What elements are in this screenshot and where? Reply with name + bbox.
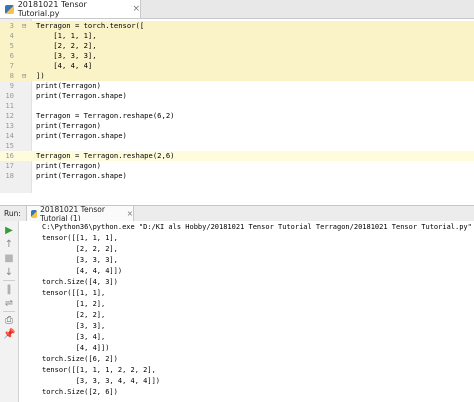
line-number: 16 bbox=[5, 151, 14, 160]
code-line[interactable]: 11 bbox=[0, 101, 474, 111]
console-line: torch.Size([6, 2]) bbox=[42, 355, 118, 363]
code-text: print(Terragon.shape) bbox=[36, 171, 127, 180]
console-line: C:\Python36\python.exe "D:/KI als Hobby/… bbox=[42, 223, 472, 231]
code-text: Terragon = torch.tensor([ bbox=[36, 21, 145, 30]
rerun-icon[interactable]: ▶ bbox=[3, 225, 15, 237]
scroll-down-icon[interactable]: ↓ bbox=[3, 267, 15, 279]
line-number: 17 bbox=[5, 161, 14, 170]
python-file-icon bbox=[5, 4, 14, 14]
toolbar-separator bbox=[3, 280, 15, 281]
code-text: Terragon = Terragon.reshape(6,2) bbox=[36, 111, 175, 120]
console-line: tensor([[1, 1, 1, 2, 2, 2], bbox=[42, 366, 156, 374]
line-number: 6 bbox=[9, 51, 14, 60]
code-line[interactable]: 17 print(Terragon) bbox=[0, 161, 474, 171]
console-line: [3, 3, 3, 4, 4, 4]]) bbox=[42, 377, 161, 385]
console-line: [3, 4], bbox=[42, 333, 106, 341]
console-line: tensor([[1, 1], bbox=[42, 289, 106, 297]
run-console-output[interactable]: C:\Python36\python.exe "D:/KI als Hobby/… bbox=[19, 221, 474, 402]
code-line[interactable]: 4 [1, 1, 1], bbox=[0, 31, 474, 41]
line-number: 15 bbox=[5, 141, 14, 150]
python-file-icon bbox=[31, 209, 38, 218]
code-line[interactable]: 12 Terragon = Terragon.reshape(6,2) bbox=[0, 111, 474, 121]
line-number: 14 bbox=[5, 131, 14, 140]
fold-marker-icon[interactable]: ⊟ bbox=[22, 71, 30, 81]
code-text: [3, 3, 3], bbox=[36, 51, 97, 60]
stop-icon[interactable]: ■ bbox=[3, 253, 15, 265]
line-number: 4 bbox=[9, 31, 14, 40]
code-line[interactable]: 6 [3, 3, 3], bbox=[0, 51, 474, 61]
run-toolbar: ▶ ↑ ■ ↓ ‖ ⇌ ⎙ 📌 bbox=[0, 221, 19, 402]
code-line[interactable]: 18 print(Terragon.shape) bbox=[0, 171, 474, 181]
line-number: 18 bbox=[5, 171, 14, 180]
code-text: print(Terragon.shape) bbox=[36, 131, 127, 140]
line-number: 9 bbox=[9, 81, 14, 90]
console-line: [4, 4]]) bbox=[42, 344, 110, 352]
code-line[interactable]: 15 bbox=[0, 141, 474, 151]
line-number: 11 bbox=[5, 101, 14, 110]
code-line[interactable]: 9 print(Terragon) bbox=[0, 81, 474, 91]
console-line: [2, 2, 2], bbox=[42, 245, 118, 253]
console-line: tensor([[1, 1, 1], bbox=[42, 234, 118, 242]
line-number: 5 bbox=[9, 41, 14, 50]
console-line: torch.Size([4, 3]) bbox=[42, 278, 118, 286]
fold-marker-icon[interactable]: ⊟ bbox=[22, 21, 30, 31]
line-number: 13 bbox=[5, 121, 14, 130]
code-line[interactable]: 8 ⊟]) bbox=[0, 71, 474, 81]
pin-icon[interactable]: 📌 bbox=[3, 329, 15, 341]
code-text: print(Terragon) bbox=[36, 81, 101, 90]
line-number: 12 bbox=[5, 111, 14, 120]
close-icon[interactable]: × bbox=[127, 209, 133, 218]
line-number: 10 bbox=[5, 91, 14, 100]
print-icon[interactable]: ⎙ bbox=[3, 315, 15, 327]
run-panel-header: Run: 20181021 Tensor Tutorial (1) × bbox=[0, 204, 474, 223]
run-config-tab[interactable]: 20181021 Tensor Tutorial (1) × bbox=[26, 204, 134, 223]
code-text: print(Terragon.shape) bbox=[36, 91, 127, 100]
console-line: [2, 2], bbox=[42, 311, 106, 319]
code-text: print(Terragon) bbox=[36, 161, 101, 170]
code-line[interactable]: 16 Terragon = Terragon.reshape(2,6) bbox=[0, 151, 474, 161]
scroll-up-icon[interactable]: ↑ bbox=[3, 239, 15, 251]
code-line[interactable]: 14 print(Terragon.shape) bbox=[0, 131, 474, 141]
code-text: Terragon = Terragon.reshape(2,6) bbox=[36, 151, 175, 160]
code-text: [1, 1, 1], bbox=[36, 31, 97, 40]
editor-tab-title: 20181021 Tensor Tutorial.py bbox=[17, 0, 87, 18]
console-line: [3, 3, 3], bbox=[42, 256, 118, 264]
soft-wrap-icon[interactable]: ⇌ bbox=[3, 298, 15, 310]
pause-icon[interactable]: ‖ bbox=[3, 284, 15, 296]
close-icon[interactable]: × bbox=[132, 4, 140, 14]
line-number: 8 bbox=[9, 71, 14, 80]
code-line[interactable]: 7 [4, 4, 4] bbox=[0, 61, 474, 71]
code-text: [4, 4, 4] bbox=[36, 61, 93, 70]
toolbar-separator bbox=[3, 311, 15, 312]
code-editor[interactable]: 3 ⊟ Terragon = torch.tensor([4 [1, 1, 1], 5… bbox=[0, 19, 474, 193]
console-line: torch.Size([2, 6]) bbox=[42, 388, 118, 396]
editor-tab[interactable]: 20181021 Tensor Tutorial.py × bbox=[0, 0, 141, 18]
editor-tab-bar: 20181021 Tensor Tutorial.py × bbox=[0, 0, 474, 19]
console-line: [3, 3], bbox=[42, 322, 106, 330]
console-line: [1, 2], bbox=[42, 300, 106, 308]
code-line[interactable]: 10 print(Terragon.shape) bbox=[0, 91, 474, 101]
console-line: [4, 4, 4]]) bbox=[42, 267, 123, 275]
code-text: print(Terragon) bbox=[36, 121, 101, 130]
line-number: 7 bbox=[9, 61, 14, 70]
code-line[interactable]: 3 ⊟ Terragon = torch.tensor([ bbox=[0, 21, 474, 31]
code-text: ]) bbox=[36, 71, 45, 80]
code-line[interactable]: 5 [2, 2, 2], bbox=[0, 41, 474, 51]
run-tab-title: 20181021 Tensor Tutorial (1) bbox=[40, 204, 105, 223]
code-text: [2, 2, 2], bbox=[36, 41, 97, 50]
line-number: 3 bbox=[9, 21, 14, 30]
code-line[interactable]: 13 print(Terragon) bbox=[0, 121, 474, 131]
run-label: Run: bbox=[4, 209, 21, 218]
